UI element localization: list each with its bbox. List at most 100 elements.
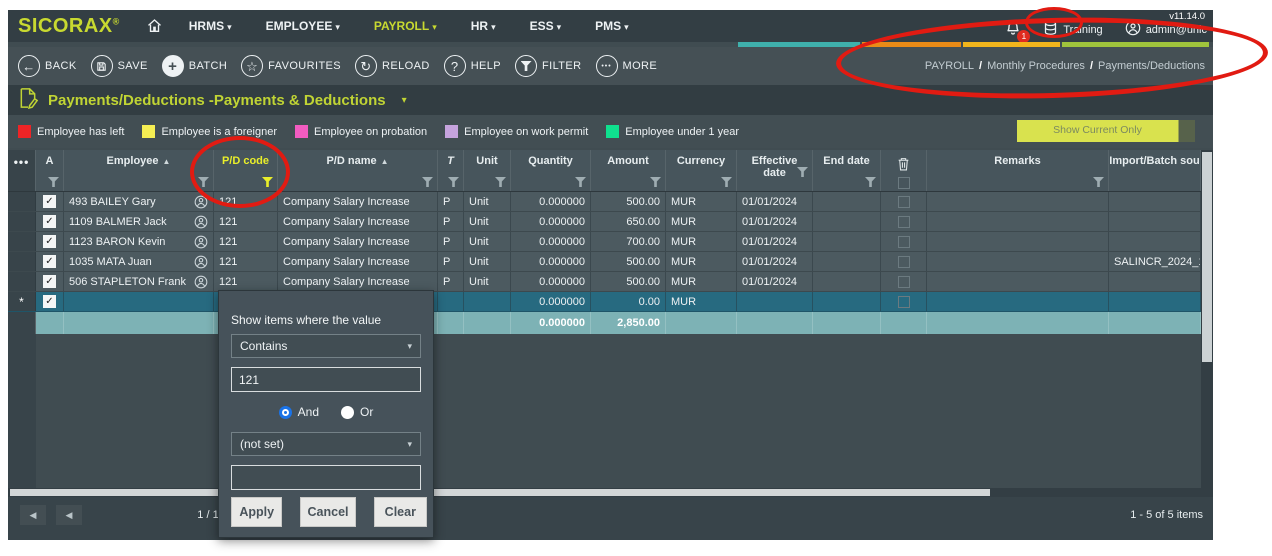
employee-profile-icon[interactable] [194, 195, 208, 209]
quantity-cell[interactable]: 0.000000 [511, 252, 591, 271]
home-icon[interactable] [146, 18, 163, 34]
unit-cell[interactable]: Unit [464, 192, 511, 211]
checkbox-checked[interactable]: ✓ [43, 235, 56, 248]
currency-cell[interactable]: MUR [666, 292, 737, 311]
unit-cell[interactable]: Unit [464, 252, 511, 271]
pd-code-cell[interactable]: 121 [214, 232, 278, 251]
apply-button[interactable]: Apply [231, 497, 282, 527]
breadcrumb-payments-deductions[interactable]: Payments/Deductions [1098, 60, 1205, 72]
more-button[interactable]: •••MORE [596, 55, 658, 77]
first-page-button[interactable]: ◀ [20, 505, 46, 525]
row-handle[interactable] [8, 192, 36, 211]
filter-funnel-icon-active[interactable] [262, 177, 273, 187]
filter-funnel-icon[interactable] [797, 167, 808, 177]
delete-cell[interactable] [881, 232, 927, 251]
employee-profile-icon[interactable] [194, 215, 208, 229]
table-row[interactable]: ✓ 1109 BALMER Jack 121 Company Salary In… [8, 212, 1201, 232]
employee-profile-icon[interactable] [194, 255, 208, 269]
employee-cell[interactable]: 1123 BARON Kevin [64, 232, 214, 251]
currency-cell[interactable]: MUR [666, 212, 737, 231]
pd-code-cell[interactable]: 121 [214, 212, 278, 231]
menu-payroll[interactable]: PAYROLL▾ [374, 19, 437, 33]
header-employee[interactable]: Employee▲ [64, 150, 214, 191]
t-cell[interactable]: P [438, 252, 464, 271]
checkbox-checked[interactable]: ✓ [43, 255, 56, 268]
pd-name-cell[interactable]: Company Salary Increase [278, 252, 438, 271]
help-button[interactable]: ?HELP [444, 55, 501, 77]
currency-cell[interactable]: MUR [666, 272, 737, 291]
filter-value-input[interactable] [231, 367, 421, 392]
row-handle[interactable] [8, 252, 36, 271]
employee-profile-icon[interactable] [194, 275, 208, 289]
header-t[interactable]: T [438, 150, 464, 191]
t-cell[interactable]: P [438, 272, 464, 291]
pd-name-cell[interactable]: Company Salary Increase [278, 192, 438, 211]
unit-cell[interactable]: Unit [464, 272, 511, 291]
unit-cell[interactable]: Unit [464, 212, 511, 231]
title-dropdown-icon[interactable]: ▾ [402, 95, 407, 106]
checkbox-checked[interactable]: ✓ [43, 275, 56, 288]
remarks-cell[interactable] [927, 272, 1109, 291]
table-row[interactable]: ✓ 1035 MATA Juan 121 Company Salary Incr… [8, 252, 1201, 272]
effective-date-cell[interactable]: 01/01/2024 [737, 192, 813, 211]
checkbox-checked[interactable]: ✓ [43, 215, 56, 228]
delete-checkbox[interactable] [898, 276, 910, 288]
delete-checkbox[interactable] [898, 256, 910, 268]
header-end-date[interactable]: End date [813, 150, 881, 191]
menu-hr[interactable]: HR▾ [471, 19, 496, 33]
table-row[interactable]: ✓ 1123 BARON Kevin 121 Company Salary In… [8, 232, 1201, 252]
t-cell[interactable] [438, 292, 464, 311]
import-batch-cell[interactable] [1109, 292, 1201, 311]
breadcrumb-payroll[interactable]: PAYROLL [925, 60, 974, 72]
end-date-cell[interactable] [813, 212, 881, 231]
header-delete[interactable] [881, 150, 927, 191]
header-import-batch[interactable]: Import/Batch sou [1109, 150, 1201, 191]
row-handle[interactable] [8, 272, 36, 291]
menu-hrms[interactable]: HRMS▾ [189, 19, 232, 33]
header-quantity[interactable]: Quantity [511, 150, 591, 191]
table-row[interactable]: ✓ 506 STAPLETON Frank 121 Company Salary… [8, 272, 1201, 292]
employee-cell[interactable]: 1109 BALMER Jack [64, 212, 214, 231]
header-currency[interactable]: Currency [666, 150, 737, 191]
column-menu-header[interactable]: ••• [8, 150, 36, 191]
previous-page-button[interactable]: ◀ [56, 505, 82, 525]
notifications-button[interactable]: 1 [1005, 20, 1021, 39]
header-effective-date[interactable]: Effective date [737, 150, 813, 191]
remarks-cell[interactable] [927, 212, 1109, 231]
filter-value2-input[interactable] [231, 465, 421, 490]
end-date-cell[interactable] [813, 192, 881, 211]
delete-cell[interactable] [881, 212, 927, 231]
menu-employee[interactable]: EMPLOYEE▾ [266, 19, 340, 33]
batch-button[interactable]: +BATCH [162, 55, 227, 77]
table-row[interactable]: ✓ 493 BAILEY Gary 121 Company Salary Inc… [8, 192, 1201, 212]
filter-funnel-icon[interactable] [495, 177, 506, 187]
quantity-cell[interactable]: 0.000000 [511, 192, 591, 211]
select-all-delete-checkbox[interactable] [898, 177, 910, 189]
filter-funnel-icon[interactable] [198, 177, 209, 187]
header-pd-name[interactable]: P/D name▲ [278, 150, 438, 191]
import-batch-cell[interactable] [1109, 272, 1201, 291]
checkbox-checked[interactable]: ✓ [43, 295, 56, 308]
end-date-cell[interactable] [813, 272, 881, 291]
quantity-cell[interactable]: 0.000000 [511, 272, 591, 291]
quantity-cell[interactable]: 0.000000 [511, 292, 591, 311]
active-cell[interactable]: ✓ [36, 272, 64, 291]
delete-cell[interactable] [881, 192, 927, 211]
unit-cell[interactable]: Unit [464, 232, 511, 251]
import-batch-cell[interactable] [1109, 212, 1201, 231]
currency-cell[interactable]: MUR [666, 192, 737, 211]
delete-cell[interactable] [881, 272, 927, 291]
quantity-cell[interactable]: 0.000000 [511, 232, 591, 251]
vertical-scrollbar-thumb[interactable] [1202, 152, 1212, 362]
favourites-button[interactable]: ☆FAVOURITES [241, 55, 341, 77]
delete-checkbox[interactable] [898, 236, 910, 248]
amount-cell[interactable]: 500.00 [591, 272, 666, 291]
amount-cell[interactable]: 500.00 [591, 252, 666, 271]
delete-checkbox[interactable] [898, 296, 910, 308]
effective-date-cell[interactable]: 01/01/2024 [737, 212, 813, 231]
active-cell[interactable]: ✓ [36, 192, 64, 211]
header-a[interactable]: A [36, 150, 64, 191]
amount-cell[interactable]: 500.00 [591, 192, 666, 211]
active-cell[interactable]: ✓ [36, 232, 64, 251]
active-cell[interactable]: ✓ [36, 212, 64, 231]
